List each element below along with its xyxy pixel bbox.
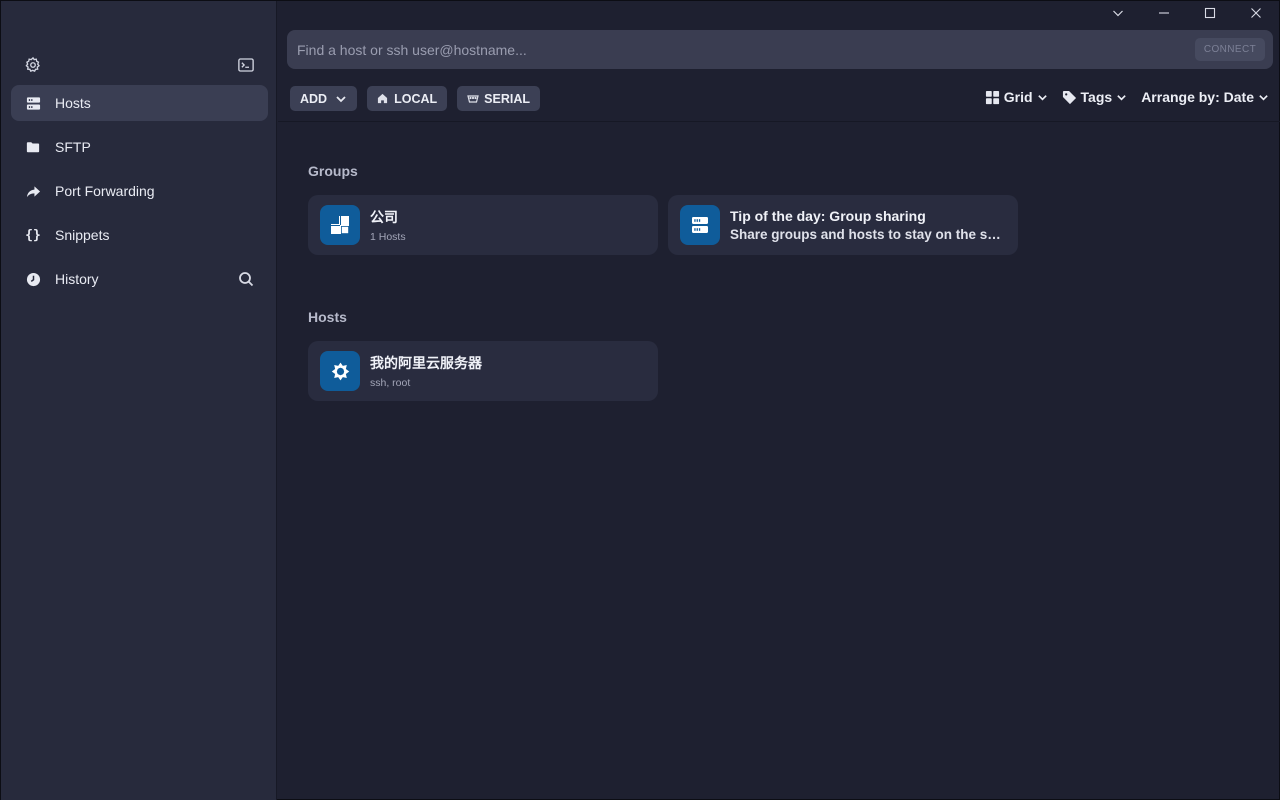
sidebar-item-label: History xyxy=(55,271,99,287)
sidebar-item-hosts[interactable]: Hosts xyxy=(11,85,268,121)
clock-icon xyxy=(25,271,41,287)
folder-icon xyxy=(25,139,41,155)
chevron-down-icon xyxy=(1113,10,1123,17)
window-controls xyxy=(1095,1,1279,25)
hosts-section-title: Hosts xyxy=(308,309,347,325)
toolbar: ADD LOCAL SERIAL xyxy=(290,86,540,111)
chevron-down-icon xyxy=(1037,94,1047,101)
sidebar-item-history[interactable]: History xyxy=(11,261,268,297)
group-card-subtitle: 1 Hosts xyxy=(370,231,406,243)
collapse-button[interactable] xyxy=(1095,1,1141,25)
tip-card-subtitle: Share groups and hosts to stay on the sa… xyxy=(730,227,1005,242)
chevron-down-icon xyxy=(1117,94,1126,101)
chevron-down-icon xyxy=(336,95,346,102)
maximize-button[interactable] xyxy=(1187,1,1233,25)
add-label: ADD xyxy=(300,91,328,106)
serial-button[interactable]: SERIAL xyxy=(457,86,540,111)
group-card-text: 公司 1 Hosts xyxy=(370,207,406,243)
sidebar-nav: Hosts SFTP Port Forwarding {} Snippets H… xyxy=(11,85,268,305)
grid-label: Grid xyxy=(1003,89,1033,105)
forward-arrow-icon xyxy=(25,183,41,199)
search-input[interactable] xyxy=(287,30,1195,69)
sidebar-item-label: SFTP xyxy=(55,139,91,155)
tag-icon xyxy=(1062,90,1076,104)
maximize-icon xyxy=(1204,7,1216,19)
sidebar-item-sftp[interactable]: SFTP xyxy=(11,129,268,165)
sidebar: Hosts SFTP Port Forwarding {} Snippets H… xyxy=(1,1,277,800)
close-icon xyxy=(1251,8,1261,18)
group-card-title: 公司 xyxy=(370,209,398,225)
minimize-icon xyxy=(1159,12,1169,14)
tip-card[interactable]: Tip of the day: Group sharing Share grou… xyxy=(668,195,1018,255)
host-card-subtitle: ssh, root xyxy=(370,377,411,389)
arrange-label: Arrange by: Date xyxy=(1141,89,1254,105)
braces-icon: {} xyxy=(25,227,41,243)
connect-button[interactable]: CONNECT xyxy=(1195,38,1265,61)
group-card[interactable]: 公司 1 Hosts xyxy=(308,195,658,255)
serial-label: SERIAL xyxy=(484,91,530,106)
toolbar-divider xyxy=(278,121,1280,122)
grid-icon xyxy=(985,90,999,104)
hosts-icon xyxy=(25,95,41,111)
arrange-dropdown[interactable]: Arrange by: Date xyxy=(1141,89,1269,105)
serial-port-icon xyxy=(467,93,479,105)
add-button[interactable]: ADD xyxy=(290,86,358,111)
app-window: Hosts SFTP Port Forwarding {} Snippets H… xyxy=(0,0,1280,800)
sidebar-item-label: Snippets xyxy=(55,227,110,243)
host-card[interactable]: 我的阿里云服务器 ssh, root xyxy=(308,341,658,401)
chevron-down-icon xyxy=(1259,94,1268,101)
tip-card-text: Tip of the day: Group sharing Share grou… xyxy=(730,208,1005,242)
close-button[interactable] xyxy=(1233,1,1279,25)
group-icon xyxy=(320,205,360,245)
os-logo-icon xyxy=(320,351,360,391)
sidebar-item-label: Hosts xyxy=(55,95,91,111)
search-bar: CONNECT xyxy=(287,30,1273,69)
grid-view-dropdown[interactable]: Grid xyxy=(985,89,1048,105)
terminal-icon[interactable] xyxy=(237,56,255,74)
local-label: LOCAL xyxy=(394,91,438,106)
sidebar-item-label: Port Forwarding xyxy=(55,183,155,199)
sidebar-item-snippets[interactable]: {} Snippets xyxy=(11,217,268,253)
tags-dropdown[interactable]: Tags xyxy=(1062,89,1128,105)
host-card-text: 我的阿里云服务器 ssh, root xyxy=(370,353,482,389)
host-card-title: 我的阿里云服务器 xyxy=(370,355,482,371)
server-icon xyxy=(680,205,720,245)
groups-section-title: Groups xyxy=(308,163,358,179)
home-icon xyxy=(377,93,389,105)
minimize-button[interactable] xyxy=(1141,1,1187,25)
local-button[interactable]: LOCAL xyxy=(367,86,448,111)
sidebar-item-port-forwarding[interactable]: Port Forwarding xyxy=(11,173,268,209)
tip-card-title: Tip of the day: Group sharing xyxy=(730,208,926,224)
gear-icon[interactable] xyxy=(24,56,42,74)
tags-label: Tags xyxy=(1080,89,1113,105)
view-controls: Grid Tags Arrange by: Date xyxy=(985,89,1269,105)
search-icon[interactable] xyxy=(238,271,254,287)
